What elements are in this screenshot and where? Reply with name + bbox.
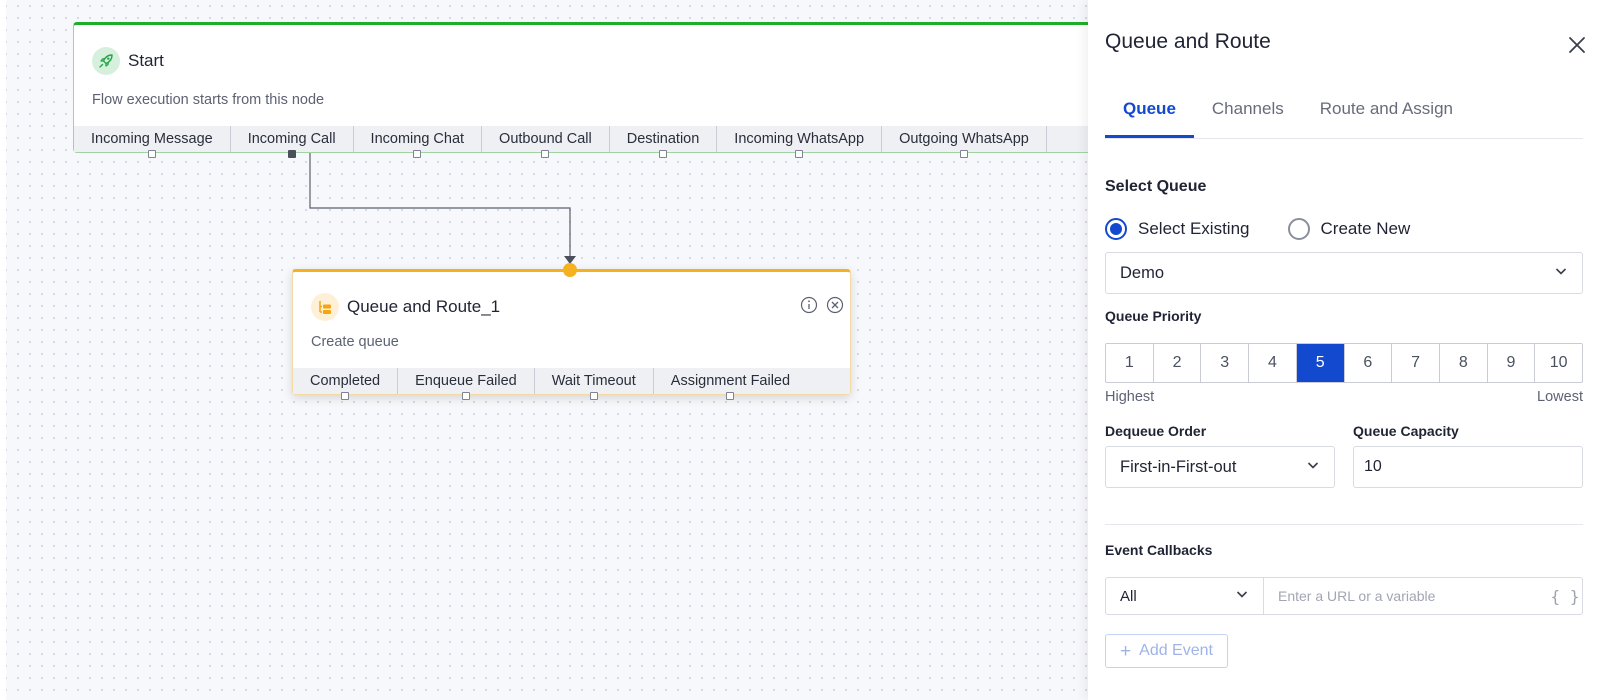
- output-incoming-message[interactable]: Incoming Message: [74, 126, 231, 158]
- priority-option-9[interactable]: 9: [1488, 344, 1536, 382]
- event-callback-row: All { }: [1105, 577, 1583, 615]
- priority-option-5[interactable]: 5: [1296, 344, 1345, 382]
- input-handle[interactable]: [563, 263, 577, 277]
- queue-select[interactable]: Demo: [1105, 252, 1583, 294]
- dequeue-order-value: First-in-First-out: [1120, 457, 1237, 476]
- priority-highest-label: Highest: [1105, 389, 1155, 405]
- output-label: Incoming Chat: [370, 131, 465, 147]
- queue-node-outputs: Completed Enqueue Failed Wait Timeout As…: [293, 368, 850, 400]
- output-handle[interactable]: [541, 150, 550, 158]
- variable-braces-icon[interactable]: { }: [1548, 587, 1582, 606]
- output-outbound-call[interactable]: Outbound Call: [482, 126, 610, 158]
- dequeue-order-select[interactable]: First-in-First-out: [1105, 446, 1335, 488]
- output-handle[interactable]: [726, 392, 735, 400]
- output-incoming-call[interactable]: Incoming Call: [231, 126, 354, 158]
- queue-capacity-label: Queue Capacity: [1353, 423, 1459, 439]
- output-label: Enqueue Failed: [415, 373, 517, 389]
- tab-channels[interactable]: Channels: [1194, 85, 1302, 138]
- output-label: Outgoing WhatsApp: [899, 131, 1029, 147]
- radio-dot: [1287, 218, 1310, 240]
- output-handle[interactable]: [413, 150, 422, 158]
- output-handle[interactable]: [589, 392, 598, 400]
- output-handle-connected[interactable]: [287, 150, 296, 158]
- queue-icon: [311, 293, 339, 321]
- queue-route-node[interactable]: Queue and Route_1 Create queue Completed…: [292, 263, 851, 400]
- dequeue-order-label: Dequeue Order: [1105, 423, 1207, 439]
- radio-select-existing[interactable]: Select Existing: [1105, 218, 1250, 240]
- output-label: Assignment Failed: [670, 373, 791, 389]
- priority-option-6[interactable]: 6: [1345, 344, 1393, 382]
- output-handle[interactable]: [659, 150, 668, 158]
- add-event-button[interactable]: + Add Event: [1105, 634, 1228, 668]
- radio-dot: [1105, 218, 1127, 240]
- queue-node-title: Queue and Route_1: [347, 297, 501, 316]
- output-enqueue-failed[interactable]: Enqueue Failed: [398, 368, 535, 400]
- priority-option-3[interactable]: 3: [1201, 344, 1250, 382]
- start-node-title: Start: [128, 51, 164, 70]
- add-event-label: Add Event: [1139, 642, 1213, 659]
- output-label: Incoming WhatsApp: [734, 131, 865, 147]
- output-completed[interactable]: Completed: [293, 368, 399, 400]
- start-node-outputs: Incoming Message Incoming Call Incoming …: [74, 126, 1088, 158]
- flow-canvas[interactable]: Start Flow execution starts from this no…: [0, 0, 1088, 700]
- radio-create-new[interactable]: Create New: [1287, 218, 1411, 240]
- output-handle[interactable]: [147, 150, 156, 158]
- output-handle[interactable]: [959, 150, 968, 158]
- priority-option-4[interactable]: 4: [1249, 344, 1297, 382]
- priority-lowest-label: Lowest: [1537, 389, 1583, 405]
- queue-capacity-input[interactable]: 10: [1353, 446, 1583, 488]
- panel-title: Queue and Route: [1105, 30, 1271, 53]
- panel-tabs: Queue Channels Route and Assign: [1105, 85, 1583, 139]
- output-label: Outbound Call: [499, 131, 592, 147]
- output-incoming-whatsapp[interactable]: Incoming WhatsApp: [717, 126, 883, 158]
- properties-panel: Queue and Route Queue Channels Route and…: [1088, 0, 1600, 700]
- chevron-down-icon: [1235, 587, 1249, 605]
- priority-option-8[interactable]: 8: [1440, 344, 1488, 382]
- start-node[interactable]: Start Flow execution starts from this no…: [73, 22, 1088, 158]
- queue-priority-selector: 1 2 3 4 5 6 7 8 9 10: [1105, 343, 1583, 383]
- output-outgoing-whatsapp[interactable]: Outgoing WhatsApp: [882, 126, 1047, 158]
- select-queue-heading: Select Queue: [1105, 178, 1207, 195]
- radio-label: Select Existing: [1138, 219, 1250, 238]
- priority-option-2[interactable]: 2: [1154, 344, 1202, 382]
- event-type-select[interactable]: All: [1106, 578, 1264, 614]
- output-destination[interactable]: Destination: [610, 126, 718, 158]
- output-handle[interactable]: [341, 392, 350, 400]
- queue-mode-radios: Select Existing Create New: [1105, 218, 1448, 240]
- section-divider: [1105, 524, 1583, 525]
- info-icon[interactable]: [800, 296, 818, 314]
- output-assignment-failed[interactable]: Assignment Failed: [654, 368, 807, 400]
- output-label: Destination: [626, 131, 700, 147]
- event-type-value: All: [1120, 587, 1137, 605]
- chevron-down-icon: [1554, 264, 1568, 283]
- tab-queue[interactable]: Queue: [1105, 85, 1194, 138]
- priority-option-7[interactable]: 7: [1392, 344, 1440, 382]
- output-incoming-chat[interactable]: Incoming Chat: [354, 126, 483, 158]
- callback-url-input[interactable]: [1264, 578, 1548, 614]
- output-handle[interactable]: [795, 150, 804, 158]
- queue-priority-label: Queue Priority: [1105, 308, 1202, 324]
- plus-icon: +: [1120, 640, 1132, 662]
- radio-label: Create New: [1320, 219, 1411, 238]
- output-label: Wait Timeout: [551, 373, 636, 389]
- queue-node-description: Create queue: [311, 334, 399, 350]
- priority-option-1[interactable]: 1: [1106, 344, 1154, 382]
- output-label: Incoming Call: [247, 131, 336, 147]
- rocket-icon: [92, 47, 120, 75]
- output-label: Incoming Message: [91, 131, 213, 147]
- tab-route-and-assign[interactable]: Route and Assign: [1302, 85, 1471, 138]
- chevron-down-icon: [1306, 458, 1320, 477]
- delete-node-icon[interactable]: [826, 296, 844, 314]
- start-node-description: Flow execution starts from this node: [92, 92, 325, 108]
- output-handle[interactable]: [461, 392, 470, 400]
- event-callbacks-label: Event Callbacks: [1105, 542, 1213, 558]
- priority-option-10[interactable]: 10: [1535, 344, 1582, 382]
- output-label: Completed: [310, 373, 381, 389]
- queue-select-value: Demo: [1120, 263, 1165, 282]
- close-icon[interactable]: [1566, 34, 1588, 56]
- output-wait-timeout[interactable]: Wait Timeout: [535, 368, 654, 400]
